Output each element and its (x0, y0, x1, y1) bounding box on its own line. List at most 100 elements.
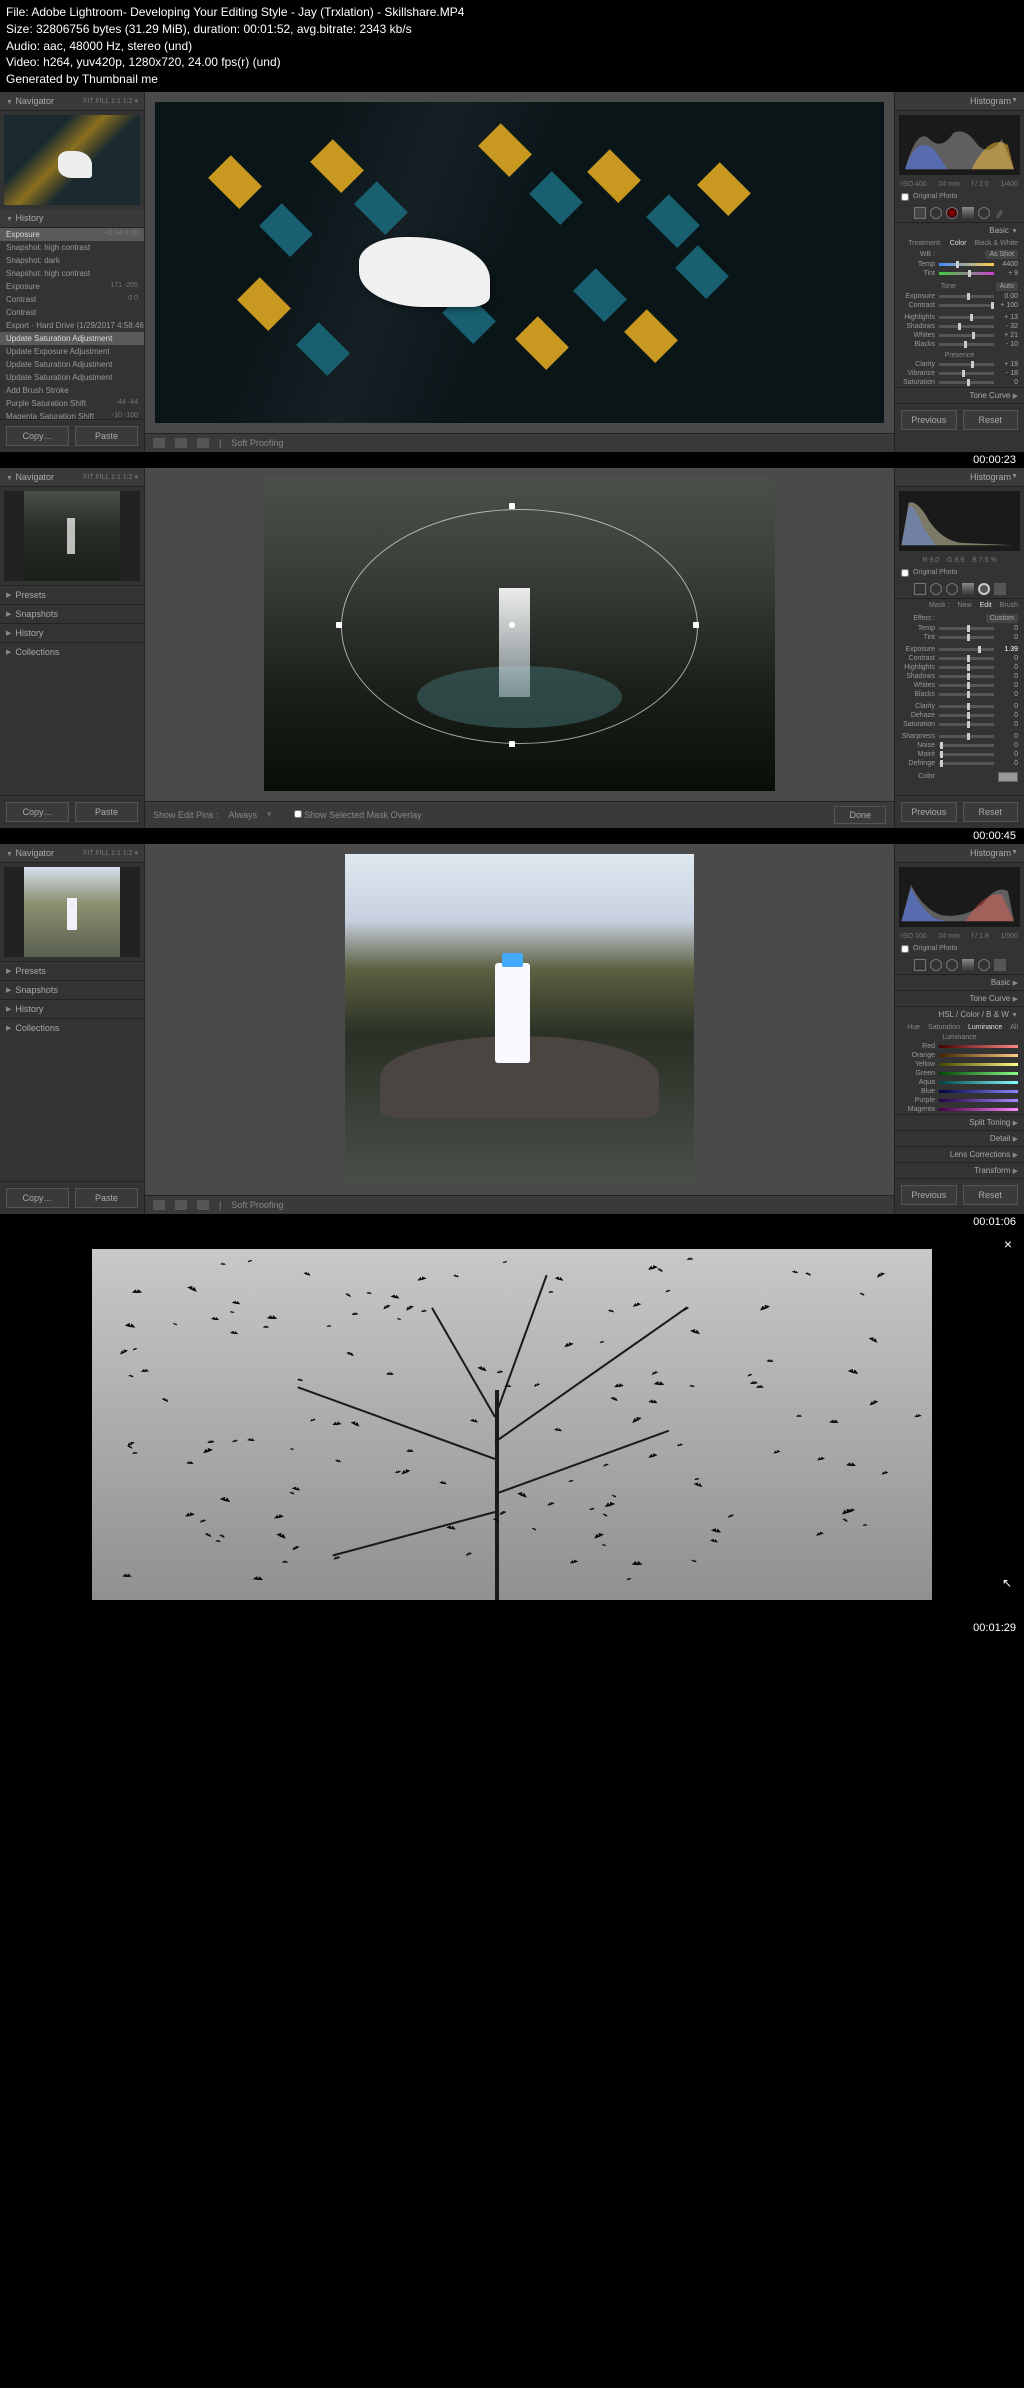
brush-tool-icon[interactable] (994, 583, 1006, 595)
r-exposure-slider[interactable] (939, 648, 994, 651)
r-dehaze-slider[interactable] (939, 714, 994, 717)
collections-header[interactable]: ▶Collections (0, 1018, 144, 1037)
copy-button[interactable]: Copy… (6, 426, 69, 446)
r-clarity-slider[interactable] (939, 705, 994, 708)
brush-tool-icon[interactable] (994, 207, 1006, 219)
mask-new[interactable]: New (958, 602, 972, 609)
redeye-tool-icon[interactable] (946, 583, 958, 595)
hsl-purple-slider[interactable] (939, 1099, 1018, 1102)
reset-button[interactable]: Reset (963, 1185, 1019, 1205)
temp-slider[interactable] (939, 263, 994, 266)
hsl-red-slider[interactable] (939, 1045, 1018, 1048)
transform-header[interactable]: Transform ▶ (895, 1162, 1024, 1178)
copy-button[interactable]: Copy… (6, 1188, 69, 1208)
view-icon[interactable] (153, 1200, 165, 1210)
hsl-hue-tab[interactable]: Hue (907, 1024, 920, 1031)
done-button[interactable]: Done (834, 806, 886, 824)
crop-tool-icon[interactable] (914, 207, 926, 219)
exposure-slider[interactable] (939, 295, 994, 298)
saturation-slider[interactable] (939, 381, 994, 384)
image-area[interactable]: Show Edit Pins :Always▾ Show Selected Ma… (145, 468, 894, 828)
histogram[interactable] (899, 867, 1020, 927)
navigator-thumbnail[interactable] (4, 115, 140, 205)
lens-header[interactable]: Lens Corrections ▶ (895, 1146, 1024, 1162)
shadows-slider[interactable] (939, 325, 994, 328)
blacks-slider[interactable] (939, 343, 994, 346)
radial-tool-icon[interactable] (978, 959, 990, 971)
whites-slider[interactable] (939, 334, 994, 337)
crop-tool-icon[interactable] (914, 959, 926, 971)
crop-tool-icon[interactable] (914, 583, 926, 595)
basic-header[interactable]: Basic ▶ (895, 974, 1024, 990)
r-whites-slider[interactable] (939, 684, 994, 687)
reset-button[interactable]: Reset (963, 410, 1019, 430)
history-list[interactable]: Exposure+0.34 0.00 Snapshot: high contra… (0, 228, 144, 419)
spot-tool-icon[interactable] (930, 583, 942, 595)
hsl-orange-slider[interactable] (939, 1054, 1018, 1057)
r-saturation-slider[interactable] (939, 723, 994, 726)
soft-proofing-toggle[interactable]: Soft Proofing (231, 438, 283, 448)
image-area[interactable]: |Soft Proofing (145, 844, 894, 1214)
navigator-header[interactable]: ▼ NavigatorFIT FILL 1:1 1:2 ▾ (0, 844, 144, 863)
r-contrast-slider[interactable] (939, 657, 994, 660)
pins-dropdown[interactable]: Always (229, 810, 258, 820)
view-icon[interactable] (197, 1200, 209, 1210)
r-moire-slider[interactable] (939, 753, 994, 756)
mask-brush[interactable]: Brush (1000, 602, 1018, 609)
original-photo-check[interactable] (901, 945, 909, 953)
navigator-thumbnail[interactable] (4, 867, 140, 957)
paste-button[interactable]: Paste (75, 426, 138, 446)
hsl-sat-tab[interactable]: Saturation (928, 1024, 960, 1031)
tint-slider[interactable] (939, 272, 994, 275)
original-photo-check[interactable] (901, 193, 909, 201)
histogram[interactable] (899, 491, 1020, 551)
contrast-slider[interactable] (939, 304, 994, 307)
brush-tool-icon[interactable] (994, 959, 1006, 971)
treatment-bw[interactable]: Black & White (974, 240, 1018, 247)
mask-edit[interactable]: Edit (980, 602, 992, 609)
spot-tool-icon[interactable] (930, 959, 942, 971)
hsl-aqua-slider[interactable] (939, 1081, 1018, 1084)
navigator-header[interactable]: ▼ NavigatorFIT FILL 1:1 1:2 ▾ (0, 468, 144, 487)
previous-button[interactable]: Previous (901, 802, 957, 822)
view-icon[interactable] (197, 438, 209, 448)
snapshots-header[interactable]: ▶Snapshots (0, 604, 144, 623)
hsl-green-slider[interactable] (939, 1072, 1018, 1075)
histogram-header[interactable]: Histogram (970, 472, 1011, 482)
history-header[interactable]: ▶History (0, 623, 144, 642)
reset-button[interactable]: Reset (963, 802, 1019, 822)
hsl-blue-slider[interactable] (939, 1090, 1018, 1093)
view-icon[interactable] (175, 438, 187, 448)
soft-proofing-toggle[interactable]: Soft Proofing (231, 1200, 283, 1210)
snapshots-header[interactable]: ▶Snapshots (0, 980, 144, 999)
histogram-header[interactable]: Histogram (970, 848, 1011, 858)
history-header[interactable]: ▼ History (0, 209, 144, 228)
original-photo-check[interactable] (901, 569, 909, 577)
histogram[interactable] (899, 115, 1020, 175)
highlights-slider[interactable] (939, 316, 994, 319)
close-icon[interactable]: × (1004, 1236, 1012, 1252)
gradient-tool-icon[interactable] (962, 207, 974, 219)
tonecurve-header[interactable]: Tone Curve ▶ (895, 990, 1024, 1006)
view-icon[interactable] (153, 438, 165, 448)
copy-button[interactable]: Copy… (6, 802, 69, 822)
presets-header[interactable]: ▶Presets (0, 961, 144, 980)
history-header[interactable]: ▶History (0, 999, 144, 1018)
clarity-slider[interactable] (939, 363, 994, 366)
r-temp-slider[interactable] (939, 627, 994, 630)
previous-button[interactable]: Previous (901, 1185, 957, 1205)
split-header[interactable]: Split Toning ▶ (895, 1114, 1024, 1130)
radial-tool-icon[interactable] (978, 583, 990, 595)
r-shadows-slider[interactable] (939, 675, 994, 678)
r-noise-slider[interactable] (939, 744, 994, 747)
navigator-thumbnail[interactable] (4, 491, 140, 581)
r-tint-slider[interactable] (939, 636, 994, 639)
tonecurve-header[interactable]: Tone Curve ▶ (895, 387, 1024, 403)
auto-tone-button[interactable]: Auto (996, 282, 1018, 291)
hsl-magenta-slider[interactable] (939, 1108, 1018, 1111)
detail-header[interactable]: Detail ▶ (895, 1130, 1024, 1146)
r-sharpness-slider[interactable] (939, 735, 994, 738)
histogram-header[interactable]: Histogram (970, 96, 1011, 106)
r-blacks-slider[interactable] (939, 693, 994, 696)
color-swatch[interactable] (998, 772, 1018, 782)
